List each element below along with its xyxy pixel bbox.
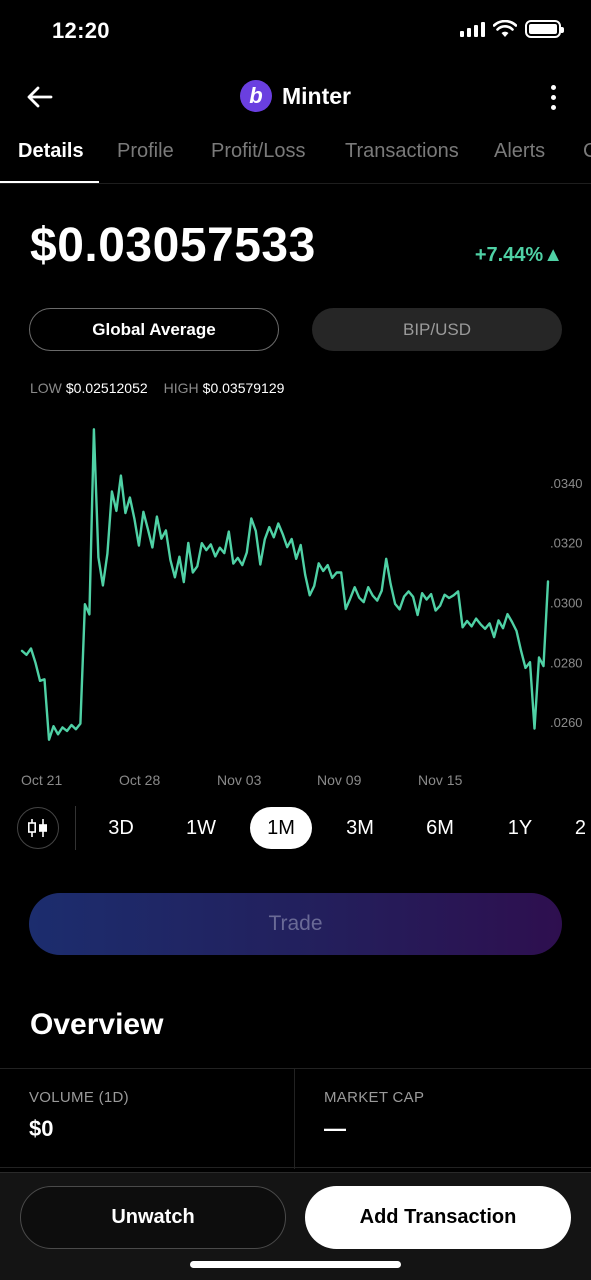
add-transaction-button[interactable]: Add Transaction [305, 1186, 571, 1249]
volume-value: $0 [29, 1116, 54, 1141]
coin-logo-icon: b [240, 80, 272, 112]
low-high-range: LOW $0.02512052 HIGH $0.03579129 [30, 380, 284, 396]
range-3d-button[interactable]: 3D [90, 807, 152, 849]
overview-title: Overview [30, 1008, 164, 1041]
tab-alerts[interactable]: Alerts [494, 140, 545, 163]
market-cap-label: MARKET CAP [324, 1089, 425, 1106]
more-dot [550, 104, 556, 110]
market-cap-stat: MARKET CAP — [296, 1069, 591, 1169]
status-bar: 12:20 [0, 0, 591, 64]
more-options-button[interactable] [543, 80, 563, 114]
range-6m-button[interactable]: 6M [409, 807, 471, 849]
x-tick-label: Nov 15 [418, 772, 463, 788]
bottom-action-bar: Unwatch Add Transaction [0, 1172, 591, 1280]
status-icons [460, 20, 564, 38]
tab-transactions[interactable]: Transactions [345, 140, 459, 163]
y-tick-label: .0340 [550, 476, 583, 491]
header: b Minter [0, 80, 591, 112]
range-divider [75, 806, 76, 850]
tab-profile[interactable]: Profile [117, 140, 174, 163]
price-change: +7.44%▲ [474, 244, 563, 266]
volume-label: VOLUME (1D) [29, 1089, 129, 1106]
low-value: $0.02512052 [65, 380, 148, 396]
global-average-button[interactable]: Global Average [29, 308, 279, 351]
range-1w-button[interactable]: 1W [170, 807, 232, 849]
tab-overflow[interactable]: C [583, 140, 591, 163]
status-time: 12:20 [52, 18, 110, 43]
x-tick-label: Nov 09 [317, 772, 362, 788]
market-cap-value: — [324, 1116, 346, 1141]
pair-button[interactable]: BIP/USD [312, 308, 562, 351]
unwatch-button[interactable]: Unwatch [20, 1186, 286, 1249]
y-tick-label: .0300 [550, 595, 583, 610]
page-title: Minter [282, 82, 351, 109]
y-tick-label: .0260 [550, 715, 583, 730]
tab-profit-loss[interactable]: Profit/Loss [211, 140, 305, 163]
candlestick-toggle-button[interactable] [17, 807, 59, 849]
wifi-icon [493, 20, 517, 37]
cellular-signal-icon [460, 21, 485, 37]
tab-details[interactable]: Details [18, 140, 84, 163]
price-series-line [20, 428, 550, 741]
y-tick-label: .0280 [550, 655, 583, 670]
home-indicator [190, 1261, 401, 1268]
candlestick-icon [27, 819, 48, 837]
price-chart[interactable]: .0340 .0320 .0300 .0280 .0260 Oct 21 Oct 28 Nov… [0, 400, 591, 800]
price-section: $0.03057533 +7.44%▲ [30, 218, 563, 278]
range-1m-button[interactable]: 1M [250, 807, 312, 849]
range-overflow-button[interactable]: 2 [556, 807, 586, 849]
more-dot [550, 84, 556, 90]
low-label: LOW [30, 380, 62, 396]
time-range-selector: 3D 1W 1M 3M 6M 1Y 2 [0, 806, 591, 850]
more-dot [550, 94, 556, 100]
battery-icon [525, 20, 564, 38]
x-tick-label: Oct 21 [21, 772, 62, 788]
high-value: $0.03579129 [202, 380, 285, 396]
y-tick-label: .0320 [550, 536, 583, 551]
x-tick-label: Nov 03 [217, 772, 262, 788]
overview-stats: VOLUME (1D) $0 MARKET CAP — [0, 1068, 591, 1169]
range-3m-button[interactable]: 3M [329, 807, 391, 849]
range-1y-button[interactable]: 1Y [489, 807, 551, 849]
nav-bar: b Minter [0, 64, 591, 128]
price-source-toggle: Global Average BIP/USD [29, 308, 562, 351]
tab-active-indicator [0, 181, 99, 183]
x-tick-label: Oct 28 [119, 772, 160, 788]
trade-button[interactable]: Trade [29, 893, 562, 955]
high-label: HIGH [163, 380, 199, 396]
tab-bar: Details Profile Profit/Loss Transactions… [0, 128, 591, 184]
volume-stat: VOLUME (1D) $0 [0, 1069, 295, 1169]
